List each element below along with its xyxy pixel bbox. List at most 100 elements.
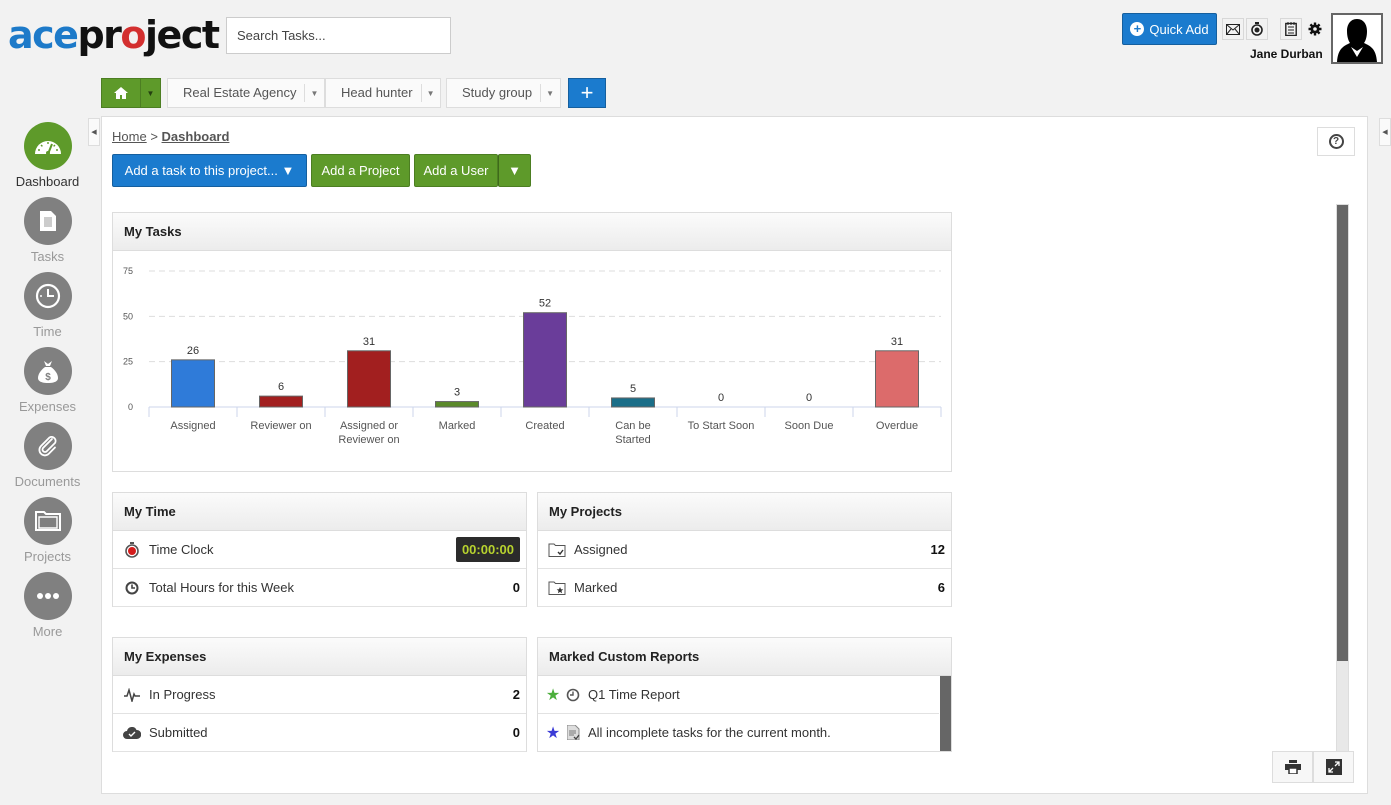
chevron-down-icon[interactable]: ▼ [305, 89, 324, 98]
my-tasks-chart: 025507526Assigned6Reviewer on31Assigned … [123, 266, 942, 446]
projects-marked-row[interactable]: Marked 6 [538, 569, 951, 607]
fullscreen-button[interactable] [1313, 751, 1354, 783]
collapse-sidebar-button[interactable]: ◀ [88, 118, 100, 146]
star-icon[interactable]: ★ [544, 685, 562, 705]
sidebar-item-tasks[interactable]: Tasks [0, 197, 95, 264]
logo-o-text: o [120, 13, 146, 57]
document-icon [23, 197, 72, 245]
x-tick-label: Created [525, 420, 564, 432]
cloud-check-icon [119, 726, 145, 739]
project-tab-real-estate[interactable]: Real Estate Agency ▼ [167, 78, 326, 108]
notepad-icon[interactable] [1280, 18, 1302, 40]
gear-icon[interactable] [1304, 18, 1326, 40]
y-tick-label: 50 [123, 311, 133, 321]
expenses-submitted-row[interactable]: Submitted 0 [113, 714, 526, 752]
project-tab-study-group[interactable]: Study group ▼ [446, 78, 562, 108]
print-button[interactable] [1272, 751, 1313, 783]
x-tick-label: Can be [615, 420, 650, 432]
sidebar-item-documents[interactable]: Documents [0, 422, 95, 489]
data-label: 26 [187, 345, 199, 357]
breadcrumb-current-link[interactable]: Dashboard [162, 129, 230, 144]
chevron-down-icon[interactable]: ▼ [541, 89, 560, 98]
x-tick-label: To Start Soon [688, 420, 755, 432]
x-tick-label: Reviewer on [338, 434, 399, 446]
x-tick-label: Soon Due [785, 420, 834, 432]
total-hours-row[interactable]: Total Hours for this Week 0 [113, 569, 526, 607]
sidebar-item-more[interactable]: More [0, 572, 95, 639]
projects-assigned-row[interactable]: Assigned 12 [538, 531, 951, 569]
search-tasks-input[interactable] [226, 17, 451, 54]
star-icon[interactable]: ★ [544, 723, 562, 743]
sidebar-item-label: More [32, 624, 63, 639]
help-button[interactable]: ? [1317, 127, 1355, 156]
mail-icon[interactable] [1222, 18, 1244, 40]
app-logo[interactable]: aceproject [8, 12, 220, 58]
task-report-icon [562, 725, 584, 740]
sidebar-item-expenses[interactable]: $ Expenses [0, 347, 95, 414]
report-row[interactable]: ★ All incomplete tasks for the current m… [538, 714, 939, 751]
avatar[interactable] [1331, 13, 1383, 64]
breadcrumb: Home > Dashboard [112, 129, 229, 144]
help-icon: ? [1328, 134, 1344, 149]
project-tab-head-hunter[interactable]: Head hunter ▼ [325, 78, 442, 108]
stopwatch-icon[interactable] [1246, 18, 1268, 40]
project-tab-label: Real Estate Agency [168, 84, 306, 102]
x-tick-label: Started [615, 434, 650, 446]
home-project-button[interactable]: ▼ [101, 78, 161, 108]
my-projects-widget: My Projects Assigned 12 Marked 6 [537, 492, 952, 607]
add-user-dropdown-button[interactable]: ▼ [498, 154, 531, 187]
quick-add-button[interactable]: + Quick Add [1122, 13, 1217, 45]
row-label: Marked [574, 580, 618, 595]
project-tab-label: Head hunter [326, 84, 422, 102]
paperclip-icon [23, 422, 72, 470]
sidebar-item-label: Dashboard [15, 174, 80, 189]
marked-custom-reports-widget: Marked Custom Reports ★ Q1 Time Report ★… [537, 637, 952, 752]
x-tick-label: Overdue [876, 420, 918, 432]
expand-right-panel-button[interactable]: ◀ [1379, 118, 1391, 146]
add-user-button[interactable]: Add a User [414, 154, 498, 187]
user-name[interactable]: Jane Durban [1250, 47, 1323, 61]
main-scrollbar[interactable] [1336, 204, 1349, 752]
folder-star-icon [544, 581, 570, 595]
main-scrollbar-thumb[interactable] [1337, 205, 1348, 661]
widget-title: My Tasks [113, 213, 951, 251]
time-clock-row[interactable]: Time Clock 00:00:00 [113, 531, 526, 569]
add-task-button[interactable]: Add a task to this project... ▼ [112, 154, 307, 187]
caret-left-icon: ◀ [91, 129, 97, 136]
row-label: Time Clock [149, 542, 214, 557]
breadcrumb-home-link[interactable]: Home [112, 129, 147, 144]
clock-icon [119, 581, 145, 595]
y-tick-label: 75 [123, 266, 133, 276]
pulse-icon [119, 687, 145, 702]
report-label: Q1 Time Report [588, 687, 680, 702]
my-expenses-widget: My Expenses In Progress 2 Submitted 0 [112, 637, 527, 752]
chevron-down-icon[interactable]: ▼ [422, 89, 441, 98]
report-row[interactable]: ★ Q1 Time Report [538, 676, 939, 714]
x-tick-label: Assigned or [340, 420, 398, 432]
widget-title: My Time [113, 493, 526, 531]
bar [259, 395, 303, 408]
money-bag-icon: $ [23, 347, 72, 395]
sidebar-item-time[interactable]: Time [0, 272, 95, 339]
bar [171, 359, 215, 408]
chevron-down-icon[interactable]: ▼ [140, 79, 160, 107]
add-project-button[interactable]: Add a Project [311, 154, 410, 187]
x-tick-label: Reviewer on [250, 420, 311, 432]
main-panel: Home > Dashboard ? Add a task to this pr… [101, 116, 1368, 794]
bar [347, 350, 391, 408]
data-label: 5 [630, 383, 636, 395]
report-label: All incomplete tasks for the current mon… [588, 725, 831, 740]
home-icon [102, 79, 140, 107]
sidebar-item-projects[interactable]: Projects [0, 497, 95, 564]
data-label: 31 [363, 336, 375, 348]
add-project-tab-button[interactable]: + [568, 78, 606, 108]
bar [611, 397, 655, 408]
bar [875, 350, 919, 408]
x-tick-label: Assigned [170, 420, 215, 432]
expenses-in-progress-row[interactable]: In Progress 2 [113, 676, 526, 714]
quick-add-label: Quick Add [1149, 21, 1209, 37]
time-clock-display[interactable]: 00:00:00 [455, 537, 520, 562]
reports-scrollbar[interactable] [940, 676, 951, 751]
sidebar-item-dashboard[interactable]: Dashboard [0, 122, 95, 189]
stopwatch-icon [119, 541, 145, 558]
